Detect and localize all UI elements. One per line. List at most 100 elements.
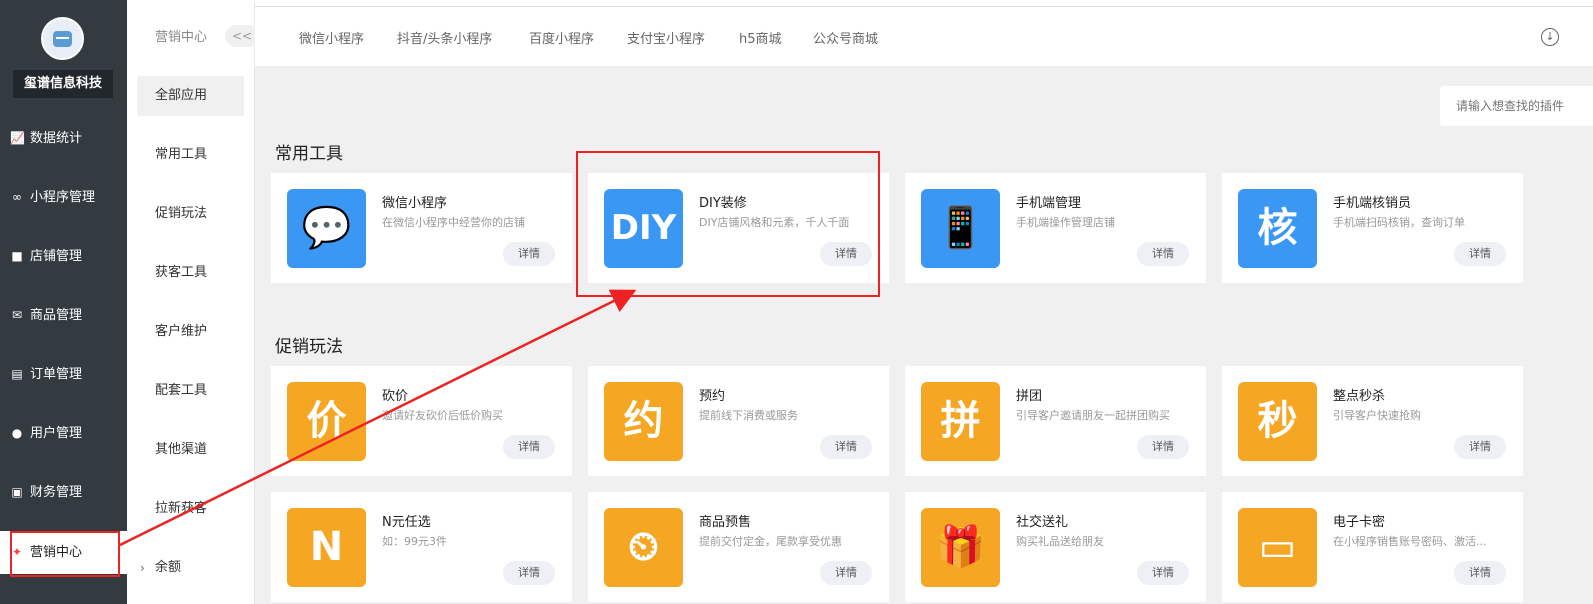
- plugin-glyph-icon: 🎁: [935, 524, 986, 570]
- avatar[interactable]: [41, 17, 84, 60]
- sidebar-item-stats[interactable]: 📈 数据统计: [0, 118, 127, 158]
- plugin-name: 手机端核销员: [1333, 196, 1412, 211]
- plugin-desc: 在微信小程序中经营你的店铺: [382, 216, 525, 229]
- plugin-glyph-icon: 约: [623, 398, 664, 444]
- tab-official-account[interactable]: 公众号商城: [813, 28, 878, 47]
- plugin-desc: 引导客户邀请朋友一起拼团购买: [1016, 409, 1170, 422]
- sidebar-item-label: 商品管理: [30, 308, 83, 323]
- plugin-card[interactable]: 📱 手机端管理 手机端操作管理店铺 详情: [905, 173, 1206, 283]
- tab-alipay[interactable]: 支付宝小程序: [627, 28, 705, 47]
- plugin-desc: 手机端操作管理店铺: [1016, 216, 1115, 229]
- annotation-highlight-diy: [576, 151, 880, 297]
- link-icon: ∞: [12, 190, 22, 204]
- plugin-glyph-icon: ⏲: [627, 524, 660, 570]
- detail-button[interactable]: 详情: [1454, 561, 1506, 585]
- plugin-card[interactable]: 价 砍价 邀请好友砍价后低价购买 详情: [271, 366, 572, 476]
- tab-douyin[interactable]: 抖音/头条小程序: [397, 28, 492, 47]
- sidebar-item-goods[interactable]: ✉ 商品管理: [0, 295, 127, 335]
- download-icon[interactable]: ↓: [1541, 28, 1559, 46]
- subnav-item-all[interactable]: 全部应用: [137, 76, 244, 116]
- subnav-item-retain[interactable]: 客户维护: [137, 312, 244, 352]
- plugin-glyph-icon: 秒: [1257, 398, 1298, 444]
- plugin-card[interactable]: 🎁 社交送礼 购买礼品送给朋友 详情: [905, 492, 1206, 602]
- tab-baidu[interactable]: 百度小程序: [529, 28, 594, 47]
- plugin-desc: 在小程序销售账号密码、激活...: [1333, 535, 1487, 548]
- plugin-icon: 🎁: [921, 508, 1000, 587]
- detail-button[interactable]: 详情: [1137, 242, 1189, 266]
- subnav-item-newuser[interactable]: 拉新获客: [137, 489, 244, 529]
- sidebar-item-finance[interactable]: ▣ 财务管理: [0, 472, 127, 512]
- sidebar-item-label: 用户管理: [30, 426, 83, 441]
- detail-button[interactable]: 详情: [1454, 435, 1506, 459]
- plugin-desc: 购买礼品送给朋友: [1016, 535, 1104, 548]
- plugin-name: 整点秒杀: [1333, 389, 1386, 404]
- detail-button[interactable]: 详情: [503, 435, 555, 459]
- tab-h5[interactable]: h5商城: [739, 28, 782, 47]
- plugin-desc: 提前线下消费或服务: [699, 409, 798, 422]
- plugin-card[interactable]: ⏲ 商品预售 提前交付定金，尾款享受优惠 详情: [588, 492, 889, 602]
- plugin-glyph-icon: 💬: [301, 205, 352, 251]
- subnav-item-other[interactable]: 其他渠道: [137, 430, 244, 470]
- detail-button[interactable]: 详情: [503, 242, 555, 266]
- detail-button[interactable]: 详情: [820, 561, 872, 585]
- section-title-common: 常用工具: [275, 144, 343, 164]
- subnav-item-promo[interactable]: 促销玩法: [137, 194, 244, 234]
- platform-tabs-bar: 微信小程序 抖音/头条小程序 百度小程序 支付宝小程序 h5商城 公众号商城 ↓: [255, 7, 1593, 67]
- sidebar-item-store[interactable]: ■ 店铺管理: [0, 236, 127, 276]
- subnav-item-label: 余额: [155, 560, 182, 575]
- order-icon: ▤: [11, 367, 23, 381]
- plugin-name: 砍价: [382, 389, 409, 404]
- detail-button[interactable]: 详情: [503, 561, 555, 585]
- plugin-card[interactable]: 💬 微信小程序在微信小程序中经营你的店铺详情: [271, 173, 572, 283]
- sidebar-item-miniprogram[interactable]: ∞ 小程序管理: [0, 177, 127, 217]
- store-logo-icon: [53, 31, 72, 47]
- plugin-glyph-icon: N: [309, 524, 344, 570]
- detail-button[interactable]: 详情: [1137, 561, 1189, 585]
- plugin-icon: 约: [604, 382, 683, 461]
- detail-button[interactable]: 详情: [1137, 435, 1189, 459]
- search-input[interactable]: [1440, 86, 1593, 126]
- sidebar-item-users[interactable]: ● 用户管理: [0, 413, 127, 453]
- plugin-icon: 核: [1238, 189, 1317, 268]
- goods-icon: ✉: [11, 308, 23, 322]
- store-icon: ■: [11, 249, 23, 263]
- plugin-name: N元任选: [382, 515, 431, 530]
- plugin-desc: 手机端扫码核销，查询订单: [1333, 216, 1465, 229]
- plugin-icon: 💬: [287, 189, 366, 268]
- plugin-glyph-icon: ▭: [1258, 524, 1297, 570]
- collapse-button[interactable]: <<: [225, 25, 255, 47]
- subnav-item-acquire[interactable]: 获客工具: [137, 253, 244, 293]
- plugin-card[interactable]: 拼 拼团引导客户邀请朋友一起拼团购买详情: [905, 366, 1206, 476]
- plugin-card[interactable]: 约 预约提前线下消费或服务详情: [588, 366, 889, 476]
- chart-icon: 📈: [10, 131, 25, 145]
- sub-sidebar-title: 营销中心: [155, 30, 208, 45]
- plugin-desc: 如：99元3件: [382, 535, 447, 548]
- tab-wechat[interactable]: 微信小程序: [299, 28, 364, 47]
- sidebar-item-orders[interactable]: ▤ 订单管理: [0, 354, 127, 394]
- detail-button[interactable]: 详情: [820, 435, 872, 459]
- plugin-icon: 价: [287, 382, 366, 461]
- plugin-desc: 引导客户快速抢购: [1333, 409, 1421, 422]
- plugin-card[interactable]: N N元任选如：99元3件详情: [271, 492, 572, 602]
- brand-name: 玺谱信息科技: [13, 70, 113, 98]
- subnav-item-balance[interactable]: › 余额: [137, 548, 244, 588]
- annotation-highlight-marketing: [10, 531, 120, 577]
- plugin-icon: N: [287, 508, 366, 587]
- user-icon: ●: [11, 426, 23, 440]
- sidebar-item-label: 数据统计: [30, 131, 83, 146]
- plugin-desc: 提前交付定金，尾款享受优惠: [699, 535, 842, 548]
- subnav-item-common[interactable]: 常用工具: [137, 135, 244, 175]
- plugin-name: 拼团: [1016, 389, 1043, 404]
- plugin-glyph-icon: 📱: [935, 205, 986, 251]
- plugin-card[interactable]: 秒 整点秒杀引导客户快速抢购详情: [1222, 366, 1523, 476]
- detail-button[interactable]: 详情: [1454, 242, 1506, 266]
- plugin-card[interactable]: ▭ 电子卡密在小程序销售账号密码、激活... 详情: [1222, 492, 1523, 602]
- plugin-name: 电子卡密: [1333, 515, 1386, 530]
- plugin-name: 预约: [699, 389, 726, 404]
- subnav-item-support[interactable]: 配套工具: [137, 371, 244, 411]
- section-title-promo: 促销玩法: [275, 337, 343, 357]
- plugin-icon: 秒: [1238, 382, 1317, 461]
- plugin-glyph-icon: 拼: [940, 398, 981, 444]
- plugin-card[interactable]: 核 手机端核销员手机端扫码核销，查询订单详情: [1222, 173, 1523, 283]
- plugin-name: 微信小程序: [382, 196, 448, 211]
